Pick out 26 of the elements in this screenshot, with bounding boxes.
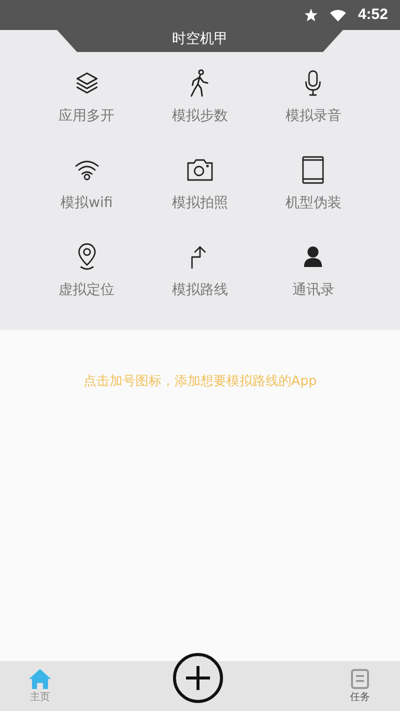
status-time: 4:52 (358, 4, 388, 25)
add-button[interactable] (173, 653, 223, 703)
plus-icon (185, 665, 211, 691)
wifi-icon (74, 158, 100, 182)
nav-tab[interactable]: 任务 (340, 668, 380, 704)
camera-icon (186, 158, 214, 182)
app-title: 时空机甲 (172, 32, 228, 46)
feature-button[interactable]: 模拟拍照 (143, 149, 257, 236)
feature-button[interactable]: 虚拟定位 (30, 236, 144, 323)
feature-button[interactable]: 通讯录 (256, 236, 370, 323)
nav-tab[interactable]: 主页 (20, 668, 60, 704)
wifi-signal-icon (330, 8, 346, 22)
location-pin-icon (76, 243, 98, 271)
feature-button[interactable]: 应用多开 (30, 62, 144, 149)
star-icon (304, 8, 318, 22)
tablet-icon (301, 155, 326, 185)
feature-button[interactable]: 模拟wifi (30, 149, 144, 236)
list-icon (349, 668, 371, 690)
feature-button[interactable]: 模拟录音 (256, 62, 370, 149)
hint-text: 点击加号图标，添加想要模拟路线的App (83, 373, 317, 391)
feature-button[interactable]: 模拟步数 (143, 62, 257, 149)
person-icon (302, 245, 324, 269)
home-icon (28, 668, 52, 690)
feature-button[interactable]: 机型伪装 (256, 149, 370, 236)
feature-button[interactable]: 模拟路线 (143, 236, 257, 323)
layers-icon (74, 70, 100, 96)
